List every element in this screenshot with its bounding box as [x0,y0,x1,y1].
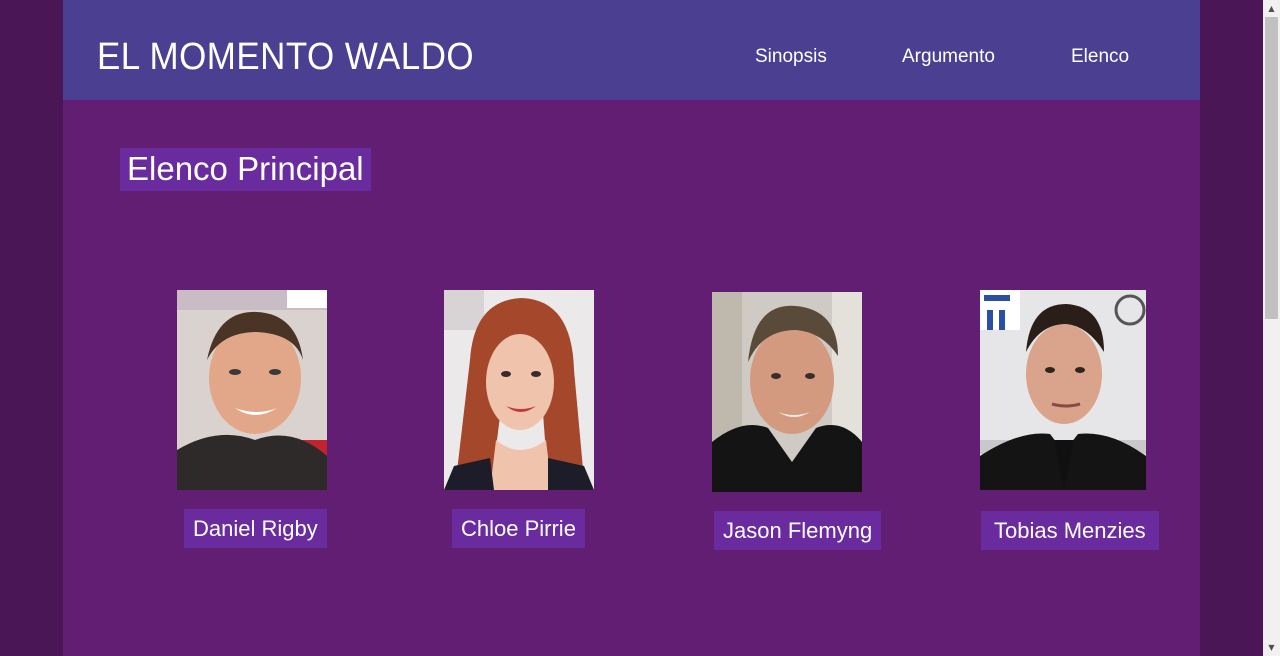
nav-link-sinopsis[interactable]: Sinopsis [755,46,827,68]
cast-photo-daniel-rigby[interactable] [177,290,327,490]
cast-name-label: Chloe Pirrie [452,509,585,548]
vertical-scrollbar[interactable]: ▲ ▼ [1263,0,1280,656]
cast-name-label: Daniel Rigby [184,509,327,548]
nav-link-elenco[interactable]: Elenco [1071,46,1129,68]
cast-photo-chloe-pirrie[interactable] [444,290,594,490]
nav-link-argumento[interactable]: Argumento [902,46,995,68]
cast-name-label: Tobias Menzies [981,511,1159,550]
cast-photo-jason-flemyng[interactable] [712,292,862,492]
site-header: EL MOMENTO WALDO Sinopsis Argumento Elen… [63,0,1200,100]
site-title: EL MOMENTO WALDO [97,36,475,78]
cast-name-label: Jason Flemyng [714,511,882,550]
page-container: EL MOMENTO WALDO Sinopsis Argumento Elen… [63,0,1200,656]
scroll-up-arrow-icon[interactable]: ▲ [1263,0,1280,17]
scroll-down-arrow-icon[interactable]: ▼ [1263,639,1280,656]
cast-photo-tobias-menzies[interactable] [980,290,1146,490]
section-heading: Elenco Principal [120,148,371,191]
scroll-thumb[interactable] [1265,17,1278,319]
